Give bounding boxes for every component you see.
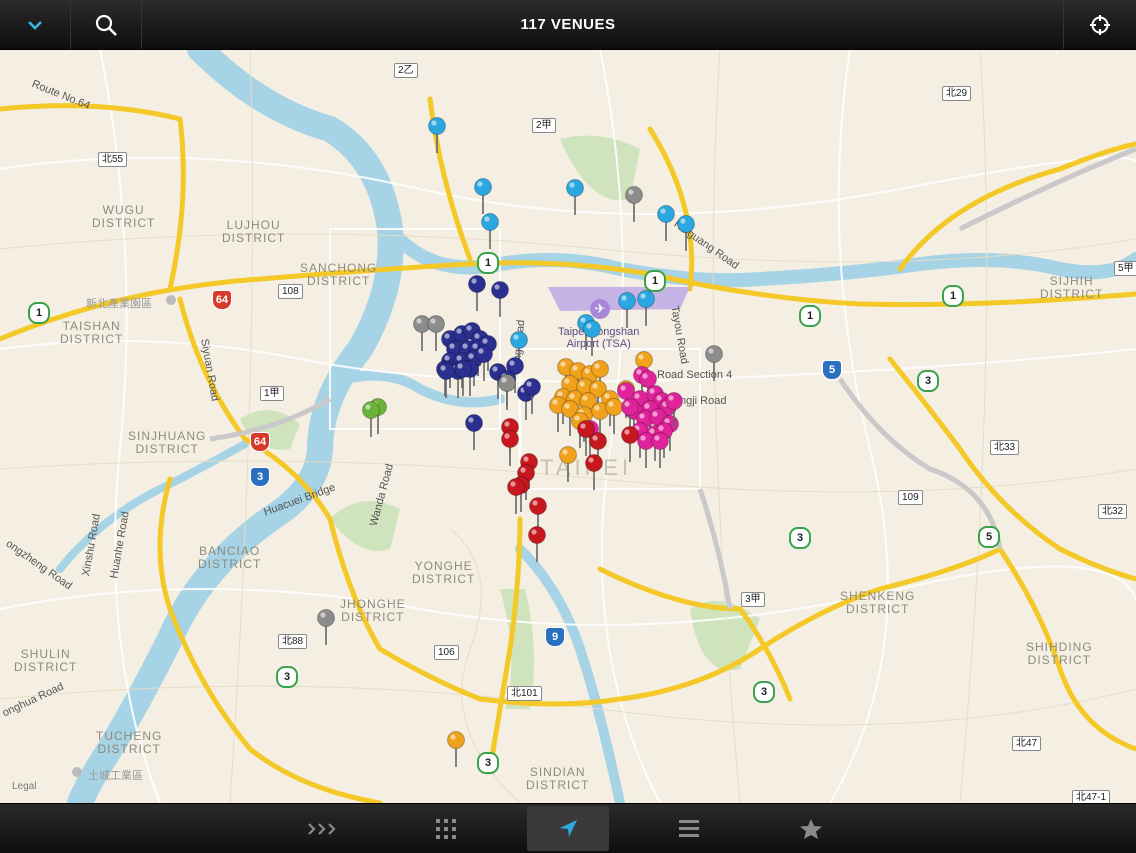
district-sanchong: SANCHONG DISTRICT: [300, 261, 378, 288]
venue-pin-icon[interactable]: [620, 425, 640, 463]
star-icon: [800, 818, 822, 839]
freeway-marker-icon: 64: [250, 432, 270, 452]
venue-pin-icon[interactable]: [527, 525, 547, 563]
venue-pin-icon[interactable]: [558, 445, 578, 483]
venue-pin-icon[interactable]: [361, 400, 381, 438]
road-shield: 1甲: [260, 386, 284, 401]
tab-activity[interactable]: [282, 806, 364, 851]
road-shield: 北33: [990, 440, 1020, 455]
poi-dot-icon: [166, 295, 176, 305]
venue-pin-icon[interactable]: [565, 178, 585, 216]
district-sijhih: SIJHIH DISTRICT: [1040, 274, 1104, 301]
venue-pin-icon[interactable]: [453, 359, 473, 397]
district-lujhou: LUJHOU DISTRICT: [222, 218, 286, 245]
road-shield: 108: [278, 284, 303, 299]
route-marker-icon: 3: [276, 666, 298, 688]
district-tucheng: TUCHENG DISTRICT: [96, 729, 163, 756]
venue-pin-icon[interactable]: [464, 413, 484, 451]
road-shield: 北88: [278, 634, 308, 649]
route-marker-icon: 1: [942, 285, 964, 307]
venue-pin-icon[interactable]: [467, 274, 487, 312]
tab-favorites[interactable]: [770, 806, 852, 851]
road-shield: 5甲: [1114, 261, 1136, 276]
crosshair-icon: [1090, 14, 1110, 35]
freeway-marker-icon: 5: [822, 360, 842, 380]
district-shihding: SHIHDING DISTRICT: [1026, 640, 1093, 667]
venue-pin-icon[interactable]: [636, 289, 656, 327]
legal-link[interactable]: Legal: [12, 781, 36, 792]
grid-icon: [436, 818, 456, 839]
venue-pin-icon[interactable]: [576, 419, 596, 457]
road-shield: 北47: [1012, 736, 1042, 751]
poi-label: 新北產業園區: [86, 298, 152, 310]
tab-bar: [0, 803, 1136, 853]
venue-pin-icon[interactable]: [522, 377, 542, 415]
road-shield: 北32: [1098, 504, 1128, 519]
venue-pin-icon[interactable]: [446, 730, 466, 768]
tab-grid[interactable]: [405, 806, 487, 851]
route-marker-icon: 1: [799, 305, 821, 327]
district-yonghe: YONGHE DISTRICT: [412, 559, 476, 586]
venue-pin-icon[interactable]: [617, 291, 637, 329]
district-banciao: BANCIAO DISTRICT: [198, 544, 262, 571]
road-shield: 北101: [507, 686, 542, 701]
district-sindian: SINDIAN DISTRICT: [526, 765, 590, 792]
locate-button[interactable]: [1063, 0, 1136, 49]
page-title: 117 VENUES: [520, 16, 616, 33]
district-sinjhuang: SINJHUANG DISTRICT: [128, 429, 207, 456]
venue-pin-icon[interactable]: [624, 185, 644, 223]
top-toolbar: 117 VENUES: [0, 0, 1136, 50]
district-shulin: SHULIN DISTRICT: [14, 647, 78, 674]
poi-dot-icon: [72, 767, 82, 777]
freeway-marker-icon: 64: [212, 290, 232, 310]
venue-pin-icon[interactable]: [582, 319, 602, 357]
venue-pin-icon[interactable]: [704, 344, 724, 382]
road-shield: 北55: [98, 152, 128, 167]
road-shield: 109: [898, 490, 923, 505]
road-shield: 北47-1: [1072, 790, 1111, 803]
freeway-marker-icon: 9: [545, 627, 565, 647]
venue-pin-icon[interactable]: [427, 116, 447, 154]
route-marker-icon: 3: [753, 681, 775, 703]
route-marker-icon: 3: [789, 527, 811, 549]
road-shield: 北29: [942, 86, 972, 101]
road-label: ngji Road: [680, 395, 727, 407]
venue-pin-icon[interactable]: [473, 177, 493, 215]
list-icon: [679, 819, 699, 837]
venue-pin-icon[interactable]: [656, 204, 676, 242]
route-marker-icon: 3: [917, 370, 939, 392]
chevrons-icon: [308, 822, 336, 835]
route-marker-icon: 1: [477, 252, 499, 274]
tab-map[interactable]: [527, 806, 609, 851]
venue-pin-icon[interactable]: [664, 391, 684, 429]
freeway-marker-icon: 3: [250, 467, 270, 487]
venue-pin-icon[interactable]: [506, 477, 526, 515]
route-marker-icon: 3: [477, 752, 499, 774]
road-shield: 106: [434, 645, 459, 660]
location-arrow-icon: [560, 819, 577, 837]
district-wugu: WUGU DISTRICT: [92, 203, 156, 230]
district-jhonghe: JHONGHE DISTRICT: [340, 597, 406, 624]
poi-label: 土城工業區: [88, 770, 143, 782]
district-shenkeng: SHENKENG DISTRICT: [840, 589, 916, 616]
route-marker-icon: 5: [978, 526, 1000, 548]
venue-pin-icon[interactable]: [316, 608, 336, 646]
venue-pin-icon[interactable]: [480, 212, 500, 250]
road-shield: 2乙: [394, 63, 418, 78]
map-view[interactable]: WUGU DISTRICT LUJHOU DISTRICT SANCHONG DIST…: [0, 49, 1136, 803]
road-shield: 2甲: [532, 118, 556, 133]
venue-pin-icon[interactable]: [500, 429, 520, 467]
road-shield: 3甲: [741, 592, 765, 607]
venue-pin-icon[interactable]: [676, 214, 696, 252]
venue-pin-icon[interactable]: [650, 431, 670, 469]
district-taishan: TAISHAN DISTRICT: [60, 319, 124, 346]
route-marker-icon: 1: [28, 302, 50, 324]
tab-list[interactable]: [648, 806, 730, 851]
venue-pin-icon[interactable]: [584, 453, 604, 491]
venue-pin-icon[interactable]: [490, 280, 510, 318]
venue-pin-icon[interactable]: [497, 373, 517, 411]
